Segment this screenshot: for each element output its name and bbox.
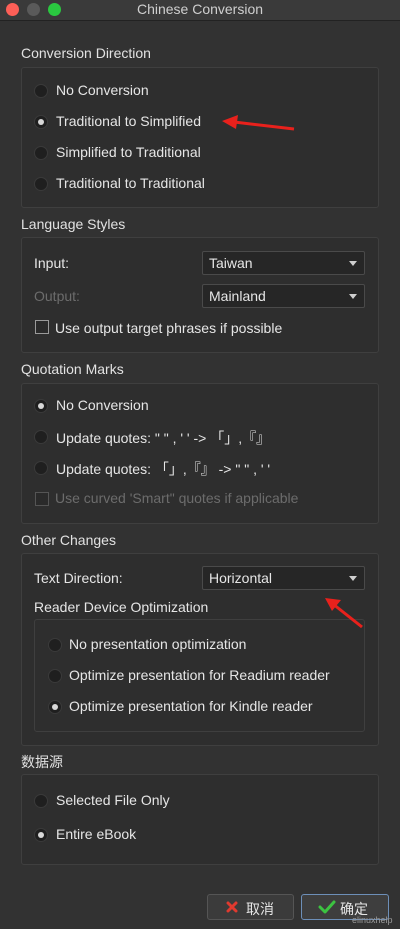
annotation-arrow-text-direction [325, 598, 363, 629]
annotation-arrow-conversion [222, 115, 295, 131]
annotation-arrows [222, 115, 363, 629]
